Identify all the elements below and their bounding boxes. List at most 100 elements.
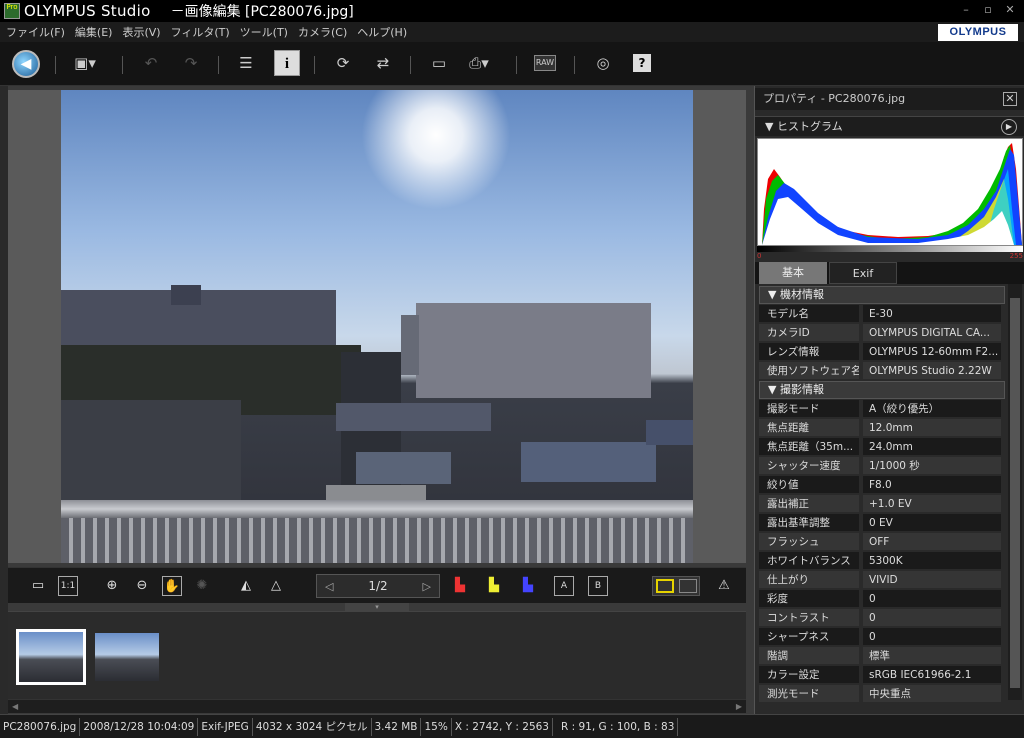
property-value: 中央重点 bbox=[863, 685, 1001, 702]
property-row[interactable]: 階調 標準 bbox=[759, 647, 1001, 665]
property-key: 使用ソフトウェア名 bbox=[759, 362, 859, 379]
zoom-in-icon[interactable]: ⊕ bbox=[102, 576, 122, 596]
scroll-left-icon[interactable]: ◀ bbox=[12, 702, 18, 711]
back-arrow-icon[interactable]: ◀ bbox=[12, 50, 40, 78]
property-value: 0 bbox=[863, 628, 1001, 645]
property-row[interactable]: カラー設定 sRGB IEC61966-2.1 bbox=[759, 666, 1001, 684]
brightness-icon[interactable]: ✺ bbox=[192, 576, 212, 596]
compare-a-button[interactable]: A bbox=[554, 576, 574, 596]
property-row[interactable]: 測光モード 中央重点 bbox=[759, 685, 1001, 703]
property-value: 5300K bbox=[863, 552, 1001, 569]
property-key: レンズ情報 bbox=[759, 343, 859, 360]
dual-view-icon[interactable] bbox=[679, 579, 697, 593]
previous-page-icon[interactable]: ◁ bbox=[317, 580, 333, 593]
property-row[interactable]: 焦点距離 12.0mm bbox=[759, 419, 1001, 437]
panel-close-icon[interactable]: ✕ bbox=[1003, 92, 1017, 106]
left-gutter bbox=[0, 86, 8, 714]
histogram-options-icon[interactable]: ▶ bbox=[1001, 119, 1017, 135]
menu-view[interactable]: 表示(V) bbox=[122, 24, 160, 40]
save-icon[interactable]: ▣▾ bbox=[72, 50, 98, 76]
property-row[interactable]: ホワイトバランス 5300K bbox=[759, 552, 1001, 570]
minimize-button[interactable]: – bbox=[956, 2, 976, 18]
red-mark-icon[interactable]: ▙ bbox=[450, 576, 470, 596]
redo-icon[interactable]: ↷ bbox=[178, 50, 204, 76]
restore-button[interactable]: ▫ bbox=[978, 2, 998, 18]
property-value: 0 bbox=[863, 609, 1001, 626]
actual-size-button[interactable]: 1:1 bbox=[58, 576, 78, 596]
thumbnail-selected[interactable] bbox=[16, 629, 86, 685]
hand-tool-icon[interactable]: ✋ bbox=[162, 576, 182, 596]
yellow-mark-icon[interactable]: ▙ bbox=[484, 576, 504, 596]
view-mode-toggle[interactable] bbox=[652, 576, 700, 596]
group-shooting[interactable]: ▼ 撮影情報 bbox=[759, 381, 1005, 399]
filmstrip-splitter[interactable]: ▾ bbox=[345, 603, 409, 611]
property-row[interactable]: レンズ情報 OLYMPUS 12-60mm F2... bbox=[759, 343, 1001, 361]
property-row[interactable]: 撮影モード A（絞り優先） bbox=[759, 400, 1001, 418]
property-value: OFF bbox=[863, 533, 1001, 550]
info-button[interactable]: i bbox=[274, 50, 300, 76]
zoom-out-icon[interactable]: ⊖ bbox=[132, 576, 152, 596]
property-row[interactable]: 使用ソフトウェア名 OLYMPUS Studio 2.22W bbox=[759, 362, 1001, 380]
toolbar-separator bbox=[574, 56, 575, 74]
filmstrip bbox=[8, 611, 746, 699]
list-view-icon[interactable]: ☰ bbox=[233, 50, 259, 76]
fit-screen-icon[interactable]: ▭ bbox=[28, 576, 48, 596]
scroll-right-icon[interactable]: ▶ bbox=[736, 702, 742, 711]
menu-file[interactable]: ファイル(F) bbox=[6, 24, 65, 40]
histogram-section-header[interactable]: ▼ ヒストグラム ▶ bbox=[755, 116, 1024, 136]
menu-camera[interactable]: カメラ(C) bbox=[298, 24, 347, 40]
menu-filter[interactable]: フィルタ(T) bbox=[171, 24, 230, 40]
raw-button[interactable]: RAW bbox=[534, 55, 556, 71]
collapse-icon[interactable]: ▼ bbox=[765, 120, 773, 133]
undo-icon[interactable]: ↶ bbox=[138, 50, 164, 76]
group-equipment[interactable]: ▼ 機材情報 bbox=[759, 286, 1005, 304]
print-icon[interactable]: ⎙▾ bbox=[466, 50, 492, 76]
shadow-warning-icon[interactable]: △ bbox=[266, 576, 286, 596]
collapse-icon[interactable]: ▼ bbox=[768, 383, 780, 396]
close-button[interactable]: ✕ bbox=[1000, 2, 1020, 18]
menu-help[interactable]: ヘルプ(H) bbox=[357, 24, 407, 40]
next-page-icon[interactable]: ▷ bbox=[423, 580, 439, 593]
menu-edit[interactable]: 編集(E) bbox=[75, 24, 113, 40]
camera-control-icon[interactable]: ◎ bbox=[590, 50, 616, 76]
single-view-icon[interactable] bbox=[656, 579, 674, 593]
property-row[interactable]: 絞り値 F8.0 bbox=[759, 476, 1001, 494]
window-controls: – ▫ ✕ bbox=[956, 2, 1020, 18]
blue-mark-icon[interactable]: ▙ bbox=[518, 576, 538, 596]
slideshow-icon[interactable]: ▭ bbox=[426, 50, 452, 76]
panel-scrollbar[interactable] bbox=[1008, 284, 1022, 700]
property-row[interactable]: 露出基準調整 0 EV bbox=[759, 514, 1001, 532]
property-row[interactable]: コントラスト 0 bbox=[759, 609, 1001, 627]
highlight-warning-icon[interactable]: ◭ bbox=[236, 576, 256, 596]
status-filename: PC280076.jpg bbox=[0, 717, 81, 736]
document-title: －画像編集 [PC280076.jpg] bbox=[170, 4, 354, 20]
property-row[interactable]: モデル名 E-30 bbox=[759, 305, 1001, 323]
rotate-icon[interactable]: ⟳ bbox=[330, 50, 356, 76]
property-row[interactable]: 焦点距離（35m... 24.0mm bbox=[759, 438, 1001, 456]
compare-b-button[interactable]: B bbox=[588, 576, 608, 596]
houses-left bbox=[61, 400, 241, 500]
warning-icon[interactable]: ⚠ bbox=[714, 576, 734, 596]
property-row[interactable]: 仕上がり VIVID bbox=[759, 571, 1001, 589]
histogram bbox=[757, 138, 1023, 246]
filmstrip-scrollbar[interactable]: ◀ ▶ bbox=[8, 699, 746, 713]
property-row[interactable]: シャッター速度 1/1000 秒 bbox=[759, 457, 1001, 475]
transfer-icon[interactable]: ⇄ bbox=[370, 50, 396, 76]
scrollbar-thumb[interactable] bbox=[1010, 298, 1020, 688]
property-row[interactable]: 彩度 0 bbox=[759, 590, 1001, 608]
status-coords: X : 2742, Y : 2563 bbox=[452, 717, 553, 736]
image-viewer[interactable] bbox=[8, 90, 746, 563]
property-row[interactable]: 露出補正 +1.0 EV bbox=[759, 495, 1001, 513]
property-row[interactable]: シャープネス 0 bbox=[759, 628, 1001, 646]
collapse-icon[interactable]: ▼ bbox=[768, 288, 780, 301]
tab-basic[interactable]: 基本 bbox=[759, 262, 827, 284]
roof-far-right bbox=[646, 420, 693, 445]
menu-tools[interactable]: ツール(T) bbox=[240, 24, 288, 40]
property-row[interactable]: カメラID OLYMPUS DIGITAL CA... bbox=[759, 324, 1001, 342]
property-key: 仕上がり bbox=[759, 571, 859, 588]
tab-exif[interactable]: Exif bbox=[829, 262, 897, 284]
thumbnail[interactable] bbox=[92, 629, 162, 685]
roof-center-low bbox=[356, 452, 451, 484]
property-row[interactable]: フラッシュ OFF bbox=[759, 533, 1001, 551]
help-button[interactable]: ? bbox=[633, 54, 651, 72]
